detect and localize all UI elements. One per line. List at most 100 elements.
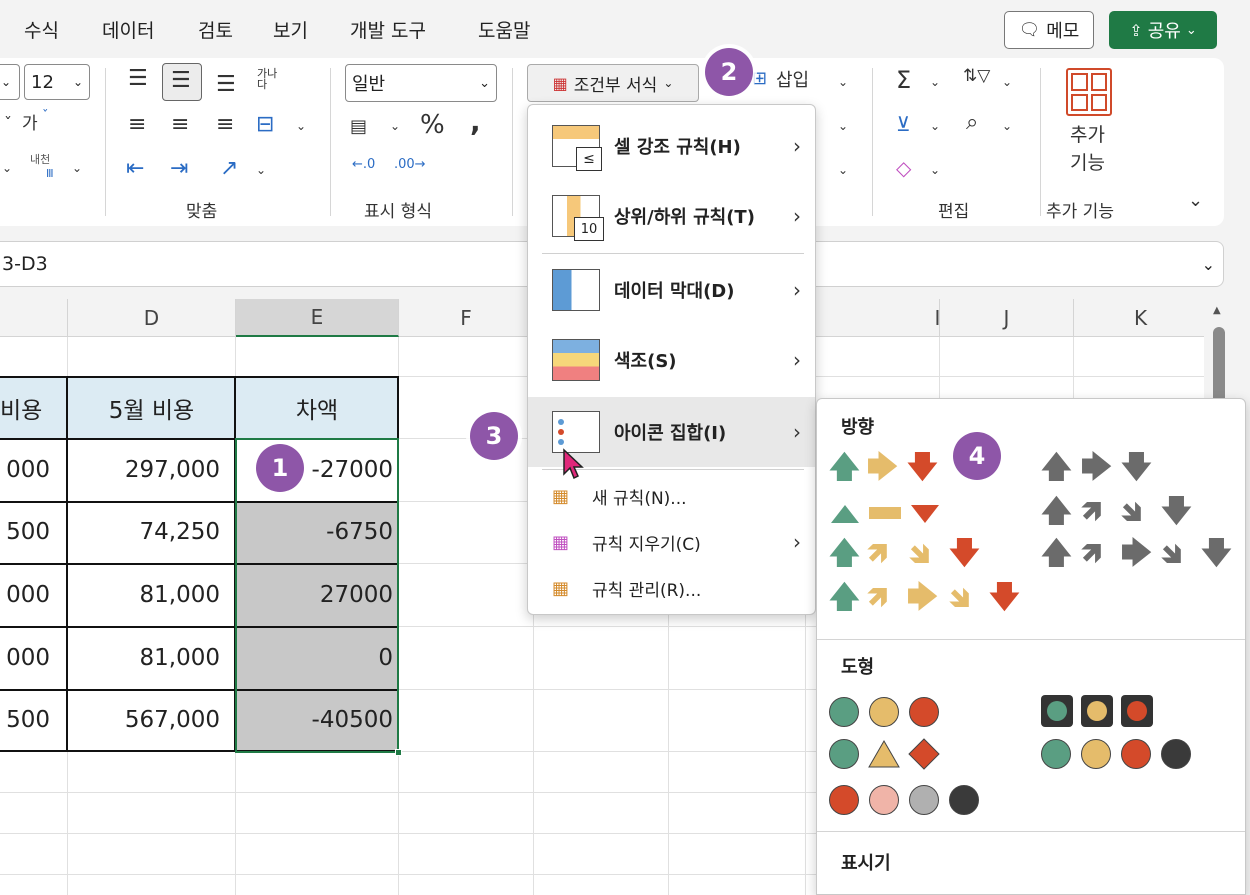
chevron-down-icon[interactable]: ⌄ (390, 120, 400, 132)
menu-review[interactable]: 검토 (198, 16, 233, 43)
group-label-editing: 편집 (938, 202, 970, 222)
fill-icon[interactable]: ⊻ (896, 114, 911, 134)
table-cell[interactable]: 74,250 (68, 501, 220, 563)
scroll-up-icon[interactable]: ▲ (1213, 305, 1221, 316)
orientation-icon[interactable]: ↗ (220, 158, 238, 180)
menu-item-clear-rules[interactable]: ▦ 규칙 지우기(C) › (528, 521, 815, 563)
conditional-format-button[interactable]: ▦ 조건부 서식 ⌄ (527, 64, 699, 102)
rimmed-red-icon (1121, 695, 1153, 727)
menu-view[interactable]: 보기 (273, 16, 308, 43)
group-label-alignment: 맞춤 (186, 202, 218, 222)
menu-label: 규칙 지우기(C) (592, 534, 701, 555)
phonetic-sub-icon: Ⅲ (46, 167, 54, 180)
decrease-indent-icon[interactable]: ⇤ (126, 158, 144, 180)
increase-decimal-icon[interactable]: ←.0 (352, 158, 375, 171)
align-top-icon[interactable]: ☰ (128, 68, 148, 90)
arrow-right-icon: 🡆 (1081, 450, 1112, 485)
chevron-down-icon[interactable]: ⌄ (296, 120, 306, 132)
table-cell[interactable]: 81,000 (68, 627, 220, 689)
chevron-down-icon[interactable]: ⌄ (930, 120, 940, 132)
column-header-d[interactable]: D (68, 299, 236, 337)
wrap-text-icon[interactable]: 가나 다 (257, 68, 277, 90)
column-label: K (1133, 305, 1148, 330)
badge-number: 3 (485, 422, 503, 450)
addins-label-1[interactable]: 추가 (1070, 126, 1105, 145)
accounting-format-icon[interactable]: ▤ (350, 118, 367, 136)
menu-item-manage-rules[interactable]: ▦ 규칙 관리(R)... (528, 567, 815, 609)
ribbon-collapse-icon[interactable]: ⌄ (1188, 192, 1203, 210)
chevron-down-icon[interactable]: ⌄ (2, 162, 12, 174)
scroll-thumb[interactable] (1213, 327, 1225, 407)
memo-button[interactable]: 🗨 메모 (1004, 11, 1094, 49)
table-cell[interactable]: 567,000 (68, 689, 220, 751)
align-left-icon[interactable]: ≡ (128, 114, 146, 136)
table-cell[interactable]: 000 (0, 627, 50, 689)
decrease-font-icon[interactable]: ˇ (42, 110, 49, 123)
find-select-icon[interactable]: ⌕ (966, 112, 978, 134)
sort-filter-icon[interactable]: ⇅▽ (963, 68, 990, 85)
chevron-down-icon[interactable]: ⌄ (838, 164, 848, 176)
column-header-e[interactable]: E (236, 299, 399, 337)
comma-style-icon[interactable]: , (470, 108, 481, 136)
align-bottom-icon[interactable]: ☰ (216, 74, 236, 96)
column-label: E (310, 305, 324, 329)
menu-help[interactable]: 도움말 (478, 16, 530, 43)
chevron-down-icon: ⌄ (1, 75, 12, 89)
share-button[interactable]: ⇪ 공유 ⌄ (1109, 11, 1217, 49)
align-center-icon[interactable]: ≡ (171, 114, 189, 136)
menu-item-color-scales[interactable]: 색조(S) › (528, 325, 815, 395)
font-color-ga[interactable]: 가 (22, 116, 38, 133)
section-title-indicators: 표시기 (841, 853, 891, 874)
insert-label[interactable]: 삽입 (776, 72, 809, 90)
column-header-k[interactable]: K (1074, 299, 1204, 337)
chevron-down-icon[interactable]: ⌄ (838, 120, 848, 132)
chevron-down-icon[interactable]: ⌄ (930, 164, 940, 176)
table-cell[interactable]: 297,000 (68, 439, 220, 501)
font-name-select[interactable]: ⌄ (0, 64, 20, 100)
percent-icon[interactable]: % (420, 112, 445, 138)
header-cell-c[interactable]: 비용 (0, 377, 66, 438)
phonetic-icon[interactable]: 내천 (30, 154, 50, 165)
chevron-right-icon: › (793, 530, 801, 554)
table-cell[interactable]: 81,000 (68, 564, 220, 626)
table-cell[interactable]: 500 (0, 689, 50, 751)
column-header-j[interactable]: J (940, 299, 1074, 337)
clear-eraser-icon[interactable]: ◇ (896, 158, 911, 178)
chevron-down-icon[interactable]: ⌄ (1002, 120, 1012, 132)
autosum-icon[interactable]: Σ (896, 68, 911, 92)
chevron-down-icon[interactable]: ⌄ (930, 76, 940, 88)
header-cell-e[interactable]: 차액 (236, 377, 398, 438)
table-cell[interactable]: 000 (0, 439, 50, 501)
chevron-down-icon[interactable]: ⌄ (72, 162, 82, 174)
italic-icon[interactable]: ˇ (4, 116, 12, 132)
align-middle-icon: ☰ (171, 68, 191, 93)
menu-item-data-bars[interactable]: 데이터 막대(D) › (528, 255, 815, 325)
menu-data[interactable]: 데이터 (102, 16, 154, 43)
menu-formulas[interactable]: 수식 (24, 16, 59, 43)
column-header-f[interactable]: F (399, 299, 534, 337)
insert-cells-icon[interactable]: ⊞ (752, 70, 767, 88)
chevron-down-icon[interactable]: ⌄ (256, 164, 266, 176)
header-cell-d[interactable]: 5월 비용 (68, 377, 235, 438)
font-size-select[interactable]: 12 ⌄ (24, 64, 90, 100)
table-cell[interactable]: 000 (0, 564, 50, 626)
column-header-i[interactable]: I (806, 299, 940, 337)
decrease-decimal-icon[interactable]: .00→ (394, 158, 426, 171)
chevron-down-icon[interactable]: ⌄ (838, 76, 848, 88)
fill-handle[interactable] (395, 749, 402, 756)
circle-red-icon (909, 697, 939, 727)
align-right-icon[interactable]: ≡ (216, 114, 234, 136)
column-header-c[interactable] (0, 299, 68, 337)
chevron-down-icon[interactable]: ⌄ (1202, 255, 1215, 274)
top-ten-icon: 10 (574, 217, 604, 241)
number-format-select[interactable]: 일반 ⌄ (345, 64, 497, 102)
menu-developer[interactable]: 개발 도구 (350, 16, 426, 43)
menu-item-highlight-rules[interactable]: ≤ 셀 강조 규칙(H) › (528, 111, 815, 181)
chevron-down-icon[interactable]: ⌄ (1002, 76, 1012, 88)
increase-indent-icon[interactable]: ⇥ (170, 158, 188, 180)
merge-center-icon[interactable]: ⊟ (256, 114, 274, 136)
addins-label-2[interactable]: 기능 (1070, 154, 1105, 173)
menu-item-top-bottom-rules[interactable]: 10 상위/하위 규칙(T) › (528, 181, 815, 251)
table-cell[interactable]: 500 (0, 501, 50, 563)
addins-icon[interactable] (1066, 68, 1112, 116)
